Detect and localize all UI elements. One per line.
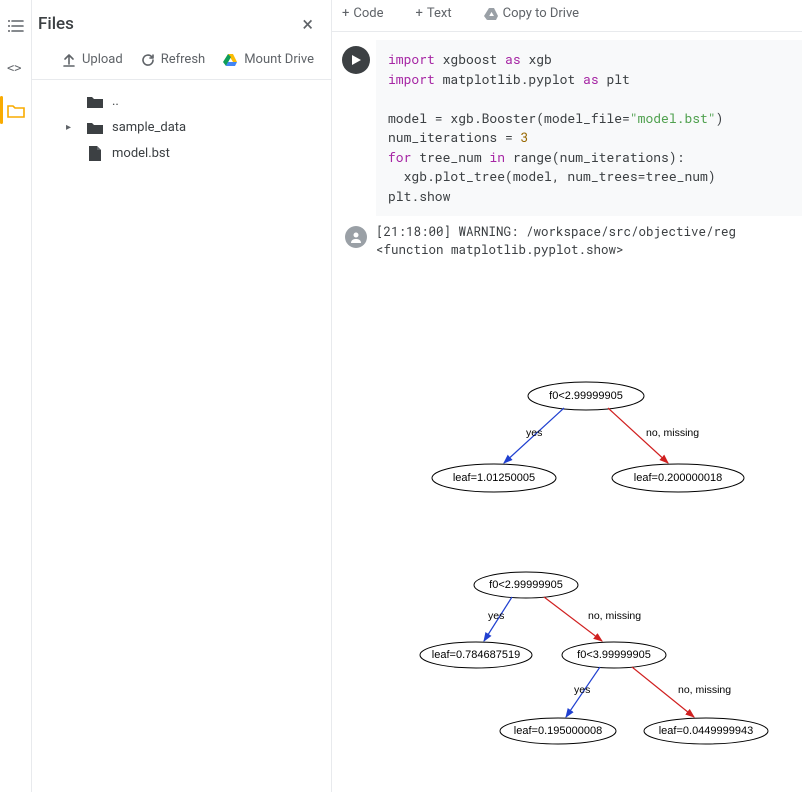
notebook-toolbar: + Code + Text Copy to Drive: [332, 0, 802, 32]
output-gutter: [336, 224, 376, 792]
code-cell: import xgboost as xgb import matplotlib.…: [336, 40, 802, 216]
tree-file-model-bst[interactable]: model.bst: [66, 140, 331, 166]
tree-plot-0: f0<2.99999905 yes no, missing leaf=1.012…: [416, 378, 756, 508]
file-tree: .. ▸ sample_data model.bst: [32, 80, 331, 166]
user-avatar-icon: [345, 226, 367, 248]
svg-text:yes: yes: [574, 684, 590, 696]
svg-text:no, missing: no, missing: [678, 684, 731, 696]
copy-drive-label: Copy to Drive: [503, 6, 579, 21]
tree-item-label: model.bst: [112, 146, 170, 161]
plus-icon: +: [342, 6, 349, 21]
close-icon[interactable]: ×: [298, 12, 317, 36]
svg-text:no, missing: no, missing: [646, 427, 699, 439]
upload-button[interactable]: Upload: [62, 52, 123, 67]
svg-text:f0<2.99999905: f0<2.99999905: [549, 390, 623, 402]
svg-text:leaf=0.200000018: leaf=0.200000018: [634, 472, 722, 484]
tree-plot-1: f0<2.99999905 yes no, missing leaf=0.784…: [416, 569, 776, 759]
add-text-label: Text: [427, 6, 452, 21]
output-text: [21:18:00] WARNING: /workspace/src/objec…: [376, 224, 802, 792]
drive-icon: [484, 7, 499, 21]
files-title: Files: [38, 14, 74, 34]
svg-text:leaf=1.01250005: leaf=1.01250005: [453, 472, 535, 484]
file-icon: [86, 144, 104, 162]
chevron-right-icon: ▸: [66, 122, 78, 133]
svg-text:leaf=0.784687519: leaf=0.784687519: [432, 648, 520, 660]
tree-plots: f0<2.99999905 yes no, missing leaf=1.012…: [376, 277, 802, 792]
left-rail: <>: [0, 0, 32, 792]
folder-icon: [86, 92, 104, 110]
files-toolbar: Upload Refresh Mount Drive: [32, 46, 331, 80]
svg-text:yes: yes: [488, 610, 504, 622]
files-panel: Files × Upload Refresh Mount Drive .. ▸: [32, 0, 332, 792]
find-replace-icon[interactable]: <>: [6, 58, 26, 78]
tree-folder-sample-data[interactable]: ▸ sample_data: [66, 114, 331, 140]
cell-gutter: [336, 40, 376, 216]
upload-label: Upload: [82, 52, 123, 67]
copy-to-drive-button[interactable]: Copy to Drive: [478, 4, 585, 23]
refresh-label: Refresh: [161, 52, 205, 67]
output-cell: [21:18:00] WARNING: /workspace/src/objec…: [336, 224, 802, 792]
tree-item-label: sample_data: [112, 120, 186, 135]
tree-up-label: ..: [112, 94, 119, 109]
add-code-label: Code: [353, 6, 383, 21]
mount-drive-label: Mount Drive: [244, 52, 314, 67]
plus-icon: +: [416, 6, 423, 21]
code-editor[interactable]: import xgboost as xgb import matplotlib.…: [376, 40, 802, 216]
svg-text:leaf=0.0449999943: leaf=0.0449999943: [659, 724, 754, 736]
svg-text:yes: yes: [526, 427, 542, 439]
toc-icon[interactable]: [6, 16, 26, 36]
add-code-button[interactable]: + Code: [336, 4, 390, 23]
files-tab-icon[interactable]: [6, 100, 26, 120]
refresh-button[interactable]: Refresh: [141, 52, 205, 67]
files-header: Files ×: [32, 0, 331, 46]
notebook-area: + Code + Text Copy to Drive import xgboo…: [332, 0, 802, 792]
folder-icon: [86, 118, 104, 136]
svg-text:no, missing: no, missing: [588, 610, 641, 622]
svg-text:<>: <>: [7, 61, 21, 75]
mount-drive-button[interactable]: Mount Drive: [223, 52, 314, 67]
svg-text:leaf=0.195000008: leaf=0.195000008: [514, 724, 602, 736]
add-text-button[interactable]: + Text: [410, 4, 458, 23]
run-cell-button[interactable]: [342, 46, 370, 74]
tree-parent-dir[interactable]: ..: [66, 88, 331, 114]
svg-text:f0<3.99999905: f0<3.99999905: [577, 648, 651, 660]
cells-container: import xgboost as xgb import matplotlib.…: [332, 32, 802, 792]
svg-text:f0<2.99999905: f0<2.99999905: [489, 578, 563, 590]
